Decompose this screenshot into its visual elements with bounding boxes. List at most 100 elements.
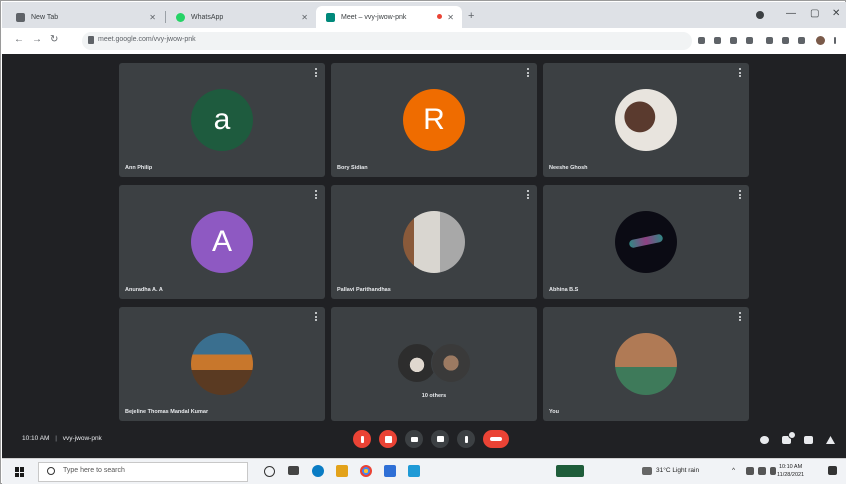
meeting-details-divider: | xyxy=(55,435,57,442)
taskbar-clock[interactable]: 10:10 AM 11/28/2021 xyxy=(777,463,804,479)
weather-text[interactable]: 31°C Light rain xyxy=(656,467,699,474)
more-options-icon[interactable] xyxy=(315,190,318,199)
tab-whatsapp[interactable]: WhatsApp ✕ xyxy=(166,6,316,28)
participant-tile-group[interactable]: 10 others xyxy=(331,307,537,421)
more-options-icon[interactable] xyxy=(527,68,530,77)
more-options-button[interactable] xyxy=(457,430,475,448)
network-icon[interactable] xyxy=(746,467,754,475)
mail-icon[interactable] xyxy=(384,465,396,477)
participant-photo-avatar xyxy=(615,211,677,273)
info-icon[interactable] xyxy=(760,436,769,444)
participant-count-badge xyxy=(788,431,796,439)
extension-icon[interactable] xyxy=(766,37,773,44)
back-icon[interactable]: ← xyxy=(14,34,24,45)
close-window-icon[interactable]: ✕ xyxy=(832,8,840,19)
participant-tile[interactable]: a Ann Philip xyxy=(119,63,325,177)
battery-icon[interactable] xyxy=(770,467,776,475)
participant-initial-avatar: A xyxy=(191,211,253,273)
minimize-icon[interactable]: — xyxy=(786,8,796,19)
tab-google-meet[interactable]: Meet – vvy-jwow-pnk ✕ xyxy=(316,6,462,28)
more-options-icon[interactable] xyxy=(315,312,318,321)
tray-chevron-icon[interactable]: ^ xyxy=(732,467,735,474)
tab-new-tab[interactable]: New Tab ✕ xyxy=(6,6,164,28)
zoom-icon[interactable] xyxy=(714,37,721,44)
browser-toolbar: ← → ↻ meet.google.com/vvy-jwow-pnk xyxy=(2,28,846,55)
tab-title: New Tab xyxy=(31,13,59,21)
participant-photo-avatar xyxy=(403,211,465,273)
recording-dot-icon xyxy=(437,14,442,19)
menu-kebab-icon[interactable] xyxy=(834,37,836,44)
lock-icon xyxy=(88,36,94,44)
screen-frame: New Tab ✕ WhatsApp ✕ Meet – vvy-jwow-pnk… xyxy=(0,0,846,484)
extension-icon[interactable] xyxy=(782,37,789,44)
self-view-tile[interactable]: You xyxy=(543,307,749,421)
participant-name: Abhina B.S xyxy=(549,287,579,293)
microphone-off-icon xyxy=(360,435,364,443)
meet-favicon-icon xyxy=(326,12,335,22)
volume-icon[interactable] xyxy=(758,467,766,475)
search-placeholder: Type here to search xyxy=(63,467,125,474)
microphone-toggle-button[interactable] xyxy=(353,430,371,448)
participant-tile[interactable]: Bejeline Thomas Mandal Kumar xyxy=(119,307,325,421)
participant-name: Neeshe Ghosh xyxy=(549,165,588,171)
maximize-icon[interactable]: ▢ xyxy=(810,8,819,19)
new-tab-plus-icon[interactable]: + xyxy=(468,10,474,22)
bookmark-star-icon[interactable] xyxy=(746,37,753,44)
participant-name: Ann Philip xyxy=(125,165,153,171)
meeting-time: 10:10 AM xyxy=(22,435,50,442)
participant-photo-avatar xyxy=(615,89,677,151)
new-tab-favicon-icon xyxy=(16,12,25,22)
forward-icon[interactable]: → xyxy=(32,34,42,45)
tab-title: WhatsApp xyxy=(191,13,224,21)
participant-tile[interactable]: A Anuradha A. A xyxy=(119,185,325,299)
file-explorer-icon[interactable] xyxy=(336,465,348,477)
present-screen-icon xyxy=(436,436,444,442)
chrome-icon[interactable] xyxy=(360,465,372,477)
chat-icon[interactable] xyxy=(804,436,813,444)
store-icon[interactable] xyxy=(408,465,420,477)
notification-icon[interactable] xyxy=(828,466,837,475)
url-text: meet.google.com/vvy-jwow-pnk xyxy=(98,36,196,43)
activities-icon[interactable] xyxy=(826,436,835,444)
participant-initial-avatar: R xyxy=(403,89,465,151)
browser-tab-strip: New Tab ✕ WhatsApp ✕ Meet – vvy-jwow-pnk… xyxy=(2,2,846,28)
cortana-icon[interactable] xyxy=(264,466,275,477)
taskbar-search-box[interactable]: Type here to search xyxy=(38,462,248,482)
close-tab-icon[interactable]: ✕ xyxy=(447,13,454,22)
captions-button[interactable] xyxy=(405,430,423,448)
more-options-icon[interactable] xyxy=(739,190,742,199)
participant-tile[interactable]: Abhina B.S xyxy=(543,185,749,299)
meeting-details[interactable]: 10:10 AM | vvy-jwow-pnk xyxy=(22,435,102,442)
participant-tile[interactable]: R Bory Sidian xyxy=(331,63,537,177)
participant-tile[interactable]: Pallavi Parithandhas xyxy=(331,185,537,299)
participant-name: Bory Sidian xyxy=(337,165,368,171)
task-view-icon[interactable] xyxy=(288,466,299,475)
edge-browser-icon[interactable] xyxy=(312,465,324,477)
puzzle-icon[interactable] xyxy=(798,37,805,44)
more-vertical-icon xyxy=(464,435,468,443)
avatar[interactable] xyxy=(816,36,825,45)
more-options-icon[interactable] xyxy=(527,190,530,199)
profile-icon[interactable] xyxy=(756,11,764,19)
others-count-label: 10 others xyxy=(421,393,447,399)
clock-time: 10:10 AM xyxy=(778,464,803,470)
reload-icon[interactable]: ↻ xyxy=(50,34,58,45)
participant-name: Bejeline Thomas Mandal Kumar xyxy=(125,409,209,415)
camera-toggle-button[interactable] xyxy=(379,430,397,448)
share-icon[interactable] xyxy=(730,37,737,44)
windows-start-icon[interactable] xyxy=(15,467,25,477)
close-tab-icon[interactable]: ✕ xyxy=(149,13,156,22)
meet-stage: a Ann Philip R Bory Sidian Neeshe Ghosh … xyxy=(2,54,846,458)
address-bar[interactable]: meet.google.com/vvy-jwow-pnk xyxy=(82,32,692,50)
present-now-button[interactable] xyxy=(431,430,449,448)
leave-call-button[interactable] xyxy=(483,430,509,448)
more-options-icon[interactable] xyxy=(739,312,742,321)
whatsapp-favicon-icon xyxy=(176,12,185,22)
participant-tile[interactable]: Neeshe Ghosh xyxy=(543,63,749,177)
participant-photo-avatar xyxy=(431,343,471,383)
more-options-icon[interactable] xyxy=(739,68,742,77)
close-tab-icon[interactable]: ✕ xyxy=(301,13,308,22)
more-options-icon[interactable] xyxy=(315,68,318,77)
camera-permission-icon[interactable] xyxy=(698,37,705,44)
app-thumbnail-icon[interactable] xyxy=(556,465,584,477)
